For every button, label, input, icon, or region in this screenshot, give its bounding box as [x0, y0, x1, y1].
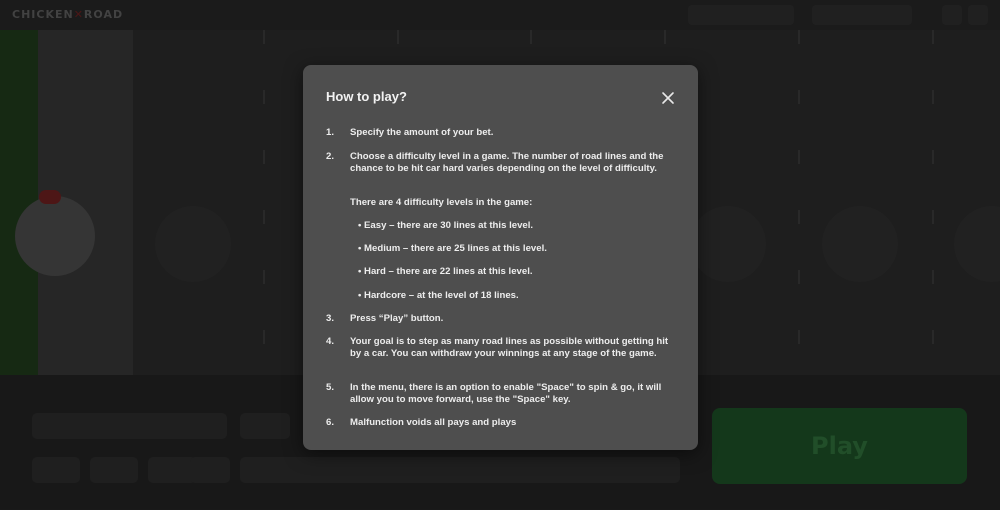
step-text: In the menu, there is an option to enabl… — [350, 382, 662, 405]
step-number: 1. — [326, 127, 335, 138]
step-number: 5. — [326, 382, 335, 393]
step-number: 4. — [326, 336, 335, 347]
levels-intro: There are 4 difficulty levels in the gam… — [350, 197, 533, 208]
level-item: • Hardcore – at the level of 18 lines. — [358, 290, 519, 301]
step-text: Specify the amount of your bet. — [350, 127, 494, 138]
level-item: • Hard – there are 22 lines at this leve… — [358, 266, 533, 277]
level-item: • Medium – there are 25 lines at this le… — [358, 243, 547, 254]
step-number: 2. — [326, 151, 335, 162]
step-text: Malfunction voids all pays and plays — [350, 417, 517, 428]
step-text: Choose a difficulty level in a game. The… — [350, 151, 664, 174]
step-number: 3. — [326, 313, 335, 324]
step-text: Your goal is to step as many road lines … — [350, 336, 669, 359]
how-to-play-modal: How to play? 1. Specify the amount of yo… — [303, 65, 698, 450]
level-item: • Easy – there are 30 lines at this leve… — [358, 220, 534, 231]
instructions-list: 1. Specify the amount of your bet. 2. Ch… — [303, 65, 698, 450]
step-text: Press “Play” button. — [350, 313, 444, 324]
step-number: 6. — [326, 417, 335, 428]
